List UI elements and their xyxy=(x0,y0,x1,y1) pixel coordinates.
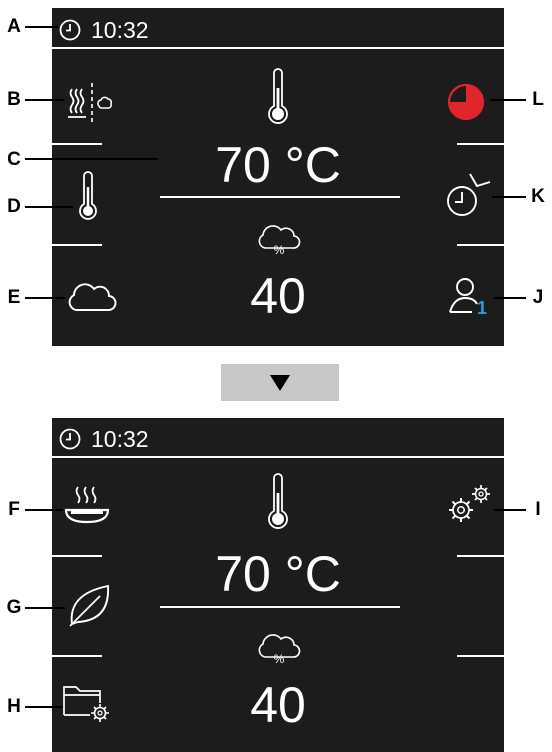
right-divider xyxy=(457,655,504,657)
callout-leader xyxy=(492,196,526,198)
center-divider xyxy=(160,196,400,198)
callout-leader xyxy=(25,158,158,160)
heat-steam-icon[interactable] xyxy=(66,81,118,127)
left-divider xyxy=(52,143,102,145)
control-panel-main-view: 10:32 70 °C % 40 1 xyxy=(52,8,504,346)
callout-leader xyxy=(25,99,64,101)
cooking-dish-icon[interactable] xyxy=(62,483,112,529)
temperature-value: 70 °C xyxy=(215,137,341,193)
callout-c: C xyxy=(7,149,21,170)
cloud-icon[interactable] xyxy=(66,280,118,316)
callout-leader xyxy=(490,99,526,101)
callout-leader xyxy=(25,26,58,28)
callout-l: L xyxy=(532,89,544,110)
center-divider xyxy=(160,606,400,608)
callout-e: E xyxy=(7,287,21,308)
callout-leader xyxy=(494,509,526,511)
left-divider xyxy=(52,655,102,657)
callout-g: G xyxy=(6,597,22,618)
callout-leader xyxy=(25,706,63,708)
humidity-value: 40 xyxy=(250,268,306,324)
temperature-value: 70 °C xyxy=(215,546,341,602)
callout-leader xyxy=(25,509,63,511)
clock-icon xyxy=(59,19,81,41)
timer-pie-icon[interactable] xyxy=(446,82,486,122)
current-time: 10:32 xyxy=(91,426,149,452)
down-arrow-icon xyxy=(270,375,290,391)
thermometer-icon xyxy=(268,473,288,529)
callout-d: D xyxy=(7,196,21,217)
left-divider xyxy=(52,555,102,557)
callout-f: F xyxy=(8,499,20,520)
humidity-value: 40 xyxy=(250,677,306,733)
right-divider xyxy=(457,244,504,246)
user-profile-number: 1 xyxy=(477,298,488,318)
control-panel-menu-view: 10:32 70 °C % 40 xyxy=(52,418,504,752)
callout-leader xyxy=(494,297,526,299)
callout-b: B xyxy=(7,89,21,110)
humidity-symbol: % xyxy=(274,652,285,666)
callout-leader xyxy=(25,297,65,299)
clock-icon xyxy=(59,428,81,450)
humidity-symbol: % xyxy=(274,243,285,257)
callout-leader xyxy=(25,206,73,208)
callout-k: K xyxy=(531,186,545,207)
thermometer-icon xyxy=(268,68,288,124)
transition-arrow xyxy=(221,364,339,401)
settings-gears-icon[interactable] xyxy=(444,482,494,528)
header-divider xyxy=(52,47,504,49)
start-time-clock-icon[interactable] xyxy=(444,170,492,220)
leaf-icon[interactable] xyxy=(66,582,112,628)
callout-j: J xyxy=(532,287,544,308)
callout-h: H xyxy=(7,696,21,717)
callout-leader xyxy=(25,607,65,609)
left-divider xyxy=(52,244,102,246)
humidity-cloud-icon: % xyxy=(258,225,301,257)
right-divider xyxy=(457,555,504,557)
humidity-cloud-icon: % xyxy=(258,634,301,666)
right-divider xyxy=(457,143,504,145)
current-time: 10:32 xyxy=(91,17,149,43)
thermometer-icon[interactable] xyxy=(76,171,100,223)
callout-a: A xyxy=(7,16,21,37)
folder-settings-icon[interactable] xyxy=(62,681,112,723)
callout-i: I xyxy=(535,499,541,520)
header-divider xyxy=(52,456,504,458)
